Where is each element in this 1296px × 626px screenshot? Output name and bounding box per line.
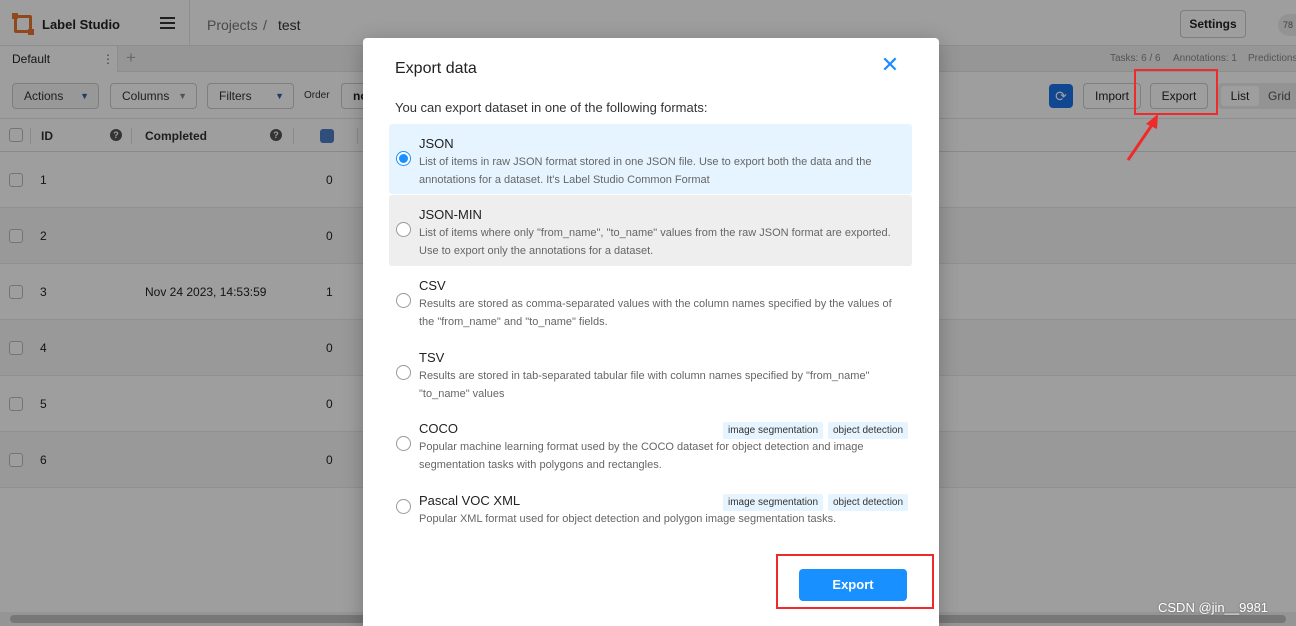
close-icon[interactable]: ✕ bbox=[879, 54, 901, 76]
format-description: List of items where only "from_name", "t… bbox=[419, 227, 891, 257]
format-tag: image segmentation bbox=[723, 494, 824, 511]
format-description: List of items in raw JSON format stored … bbox=[419, 156, 872, 186]
format-radio[interactable] bbox=[396, 151, 411, 166]
annotation-arrow-icon bbox=[1126, 114, 1158, 161]
format-description: Results are stored in tab-separated tabu… bbox=[419, 370, 870, 400]
highlight-box-export-button bbox=[776, 554, 934, 609]
format-option-tsv[interactable]: TSV Results are stored in tab-separated t… bbox=[389, 338, 912, 409]
highlight-box-export-toolbar bbox=[1134, 69, 1218, 115]
format-option-coco[interactable]: COCO Popular machine learning format used… bbox=[389, 409, 912, 480]
format-radio[interactable] bbox=[396, 436, 411, 451]
format-title: COCO bbox=[419, 421, 458, 436]
format-description: Popular XML format used for object detec… bbox=[419, 513, 837, 525]
format-title: JSON-MIN bbox=[419, 207, 482, 222]
dialog-subtitle: You can export dataset in one of the fol… bbox=[395, 100, 708, 115]
format-option-json-min[interactable]: JSON-MIN List of items where only "from_n… bbox=[389, 195, 912, 266]
format-option-csv[interactable]: CSV Results are stored as comma-separated… bbox=[389, 266, 912, 337]
format-tag: object detection bbox=[828, 422, 909, 439]
format-radio[interactable] bbox=[396, 293, 411, 308]
format-description: Popular machine learning format used by … bbox=[419, 441, 864, 471]
dialog-title: Export data bbox=[395, 60, 477, 77]
export-dialog: Export data ✕ You can export dataset in … bbox=[363, 38, 939, 626]
format-radio[interactable] bbox=[396, 222, 411, 237]
format-radio[interactable] bbox=[396, 365, 411, 380]
format-option-json[interactable]: JSON List of items in raw JSON format sto… bbox=[389, 124, 912, 194]
watermark: CSDN @jin__9981 bbox=[1158, 600, 1269, 615]
format-title: CSV bbox=[419, 278, 446, 293]
format-radio[interactable] bbox=[396, 499, 411, 514]
format-title: Pascal VOC XML bbox=[419, 493, 521, 508]
format-title: JSON bbox=[419, 136, 454, 151]
format-option-pascal-voc-xml[interactable]: Pascal VOC XML Popular XML format used fo… bbox=[389, 481, 912, 533]
format-title: TSV bbox=[419, 350, 445, 365]
format-tag: image segmentation bbox=[723, 422, 824, 439]
format-description: Results are stored as comma-separated va… bbox=[419, 298, 892, 328]
format-tag: object detection bbox=[828, 494, 909, 511]
